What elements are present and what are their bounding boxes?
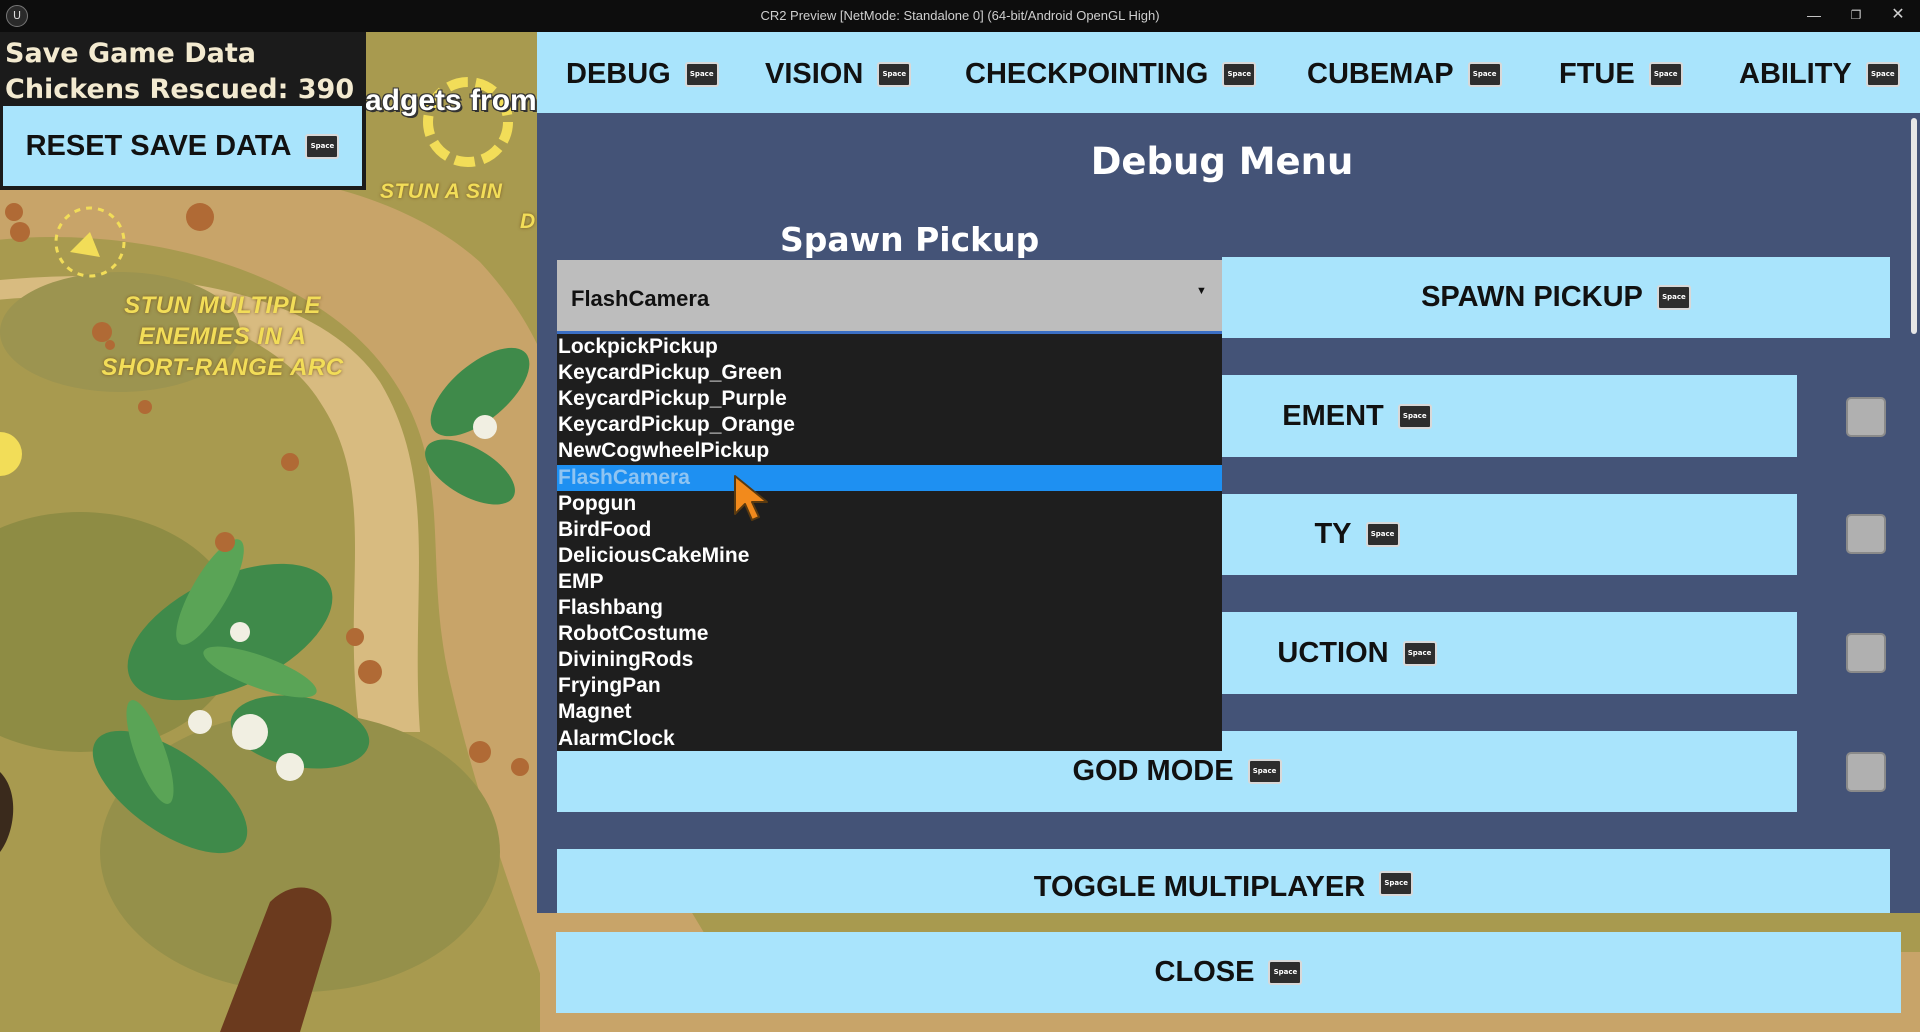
debug-menu-title: Debug Menu (1090, 140, 1354, 183)
space-key-icon: Space (1379, 871, 1414, 896)
space-key-icon: Space (1656, 285, 1691, 310)
spawn-pickup-label: Spawn Pickup (780, 220, 1040, 259)
stun-arc-hint: STUN MULTIPLE ENEMIES IN A SHORT-RANGE A… (70, 290, 375, 383)
close-button[interactable]: CLOSE Space (556, 932, 1901, 1013)
pickup-select[interactable]: FlashCamera ▼ (557, 260, 1222, 334)
window-title: CR2 Preview [NetMode: Standalone 0] (64-… (760, 8, 1160, 23)
dropdown-option[interactable]: DiviningRods (557, 647, 1222, 673)
space-key-icon: Space (877, 62, 912, 87)
toggle-multiplayer-label: TOGGLE MULTIPLAYER (1033, 871, 1366, 903)
spawn-pickup-button[interactable]: SPAWN PICKUP Space (1222, 257, 1890, 338)
dropdown-option[interactable]: KeycardPickup_Green (557, 360, 1222, 386)
tab-ability[interactable]: ABILITY Space (1739, 58, 1900, 91)
tab-label: CUBEMAP (1307, 58, 1454, 90)
space-key-icon: Space (1648, 62, 1683, 87)
stun-arc-line: SHORT-RANGE ARC (101, 354, 344, 381)
god-mode-label: GOD MODE (1072, 755, 1234, 787)
space-key-icon: Space (1247, 759, 1282, 784)
gadgets-banner-text: adgets from (365, 84, 537, 117)
space-key-icon: Space (305, 133, 340, 159)
tab-debug[interactable]: DEBUG Space (566, 58, 719, 91)
reset-save-data-button[interactable]: RESET SAVE DATA Space (3, 106, 362, 186)
space-key-icon: Space (1397, 403, 1432, 429)
dropdown-option[interactable]: DeliciousCakeMine (557, 543, 1222, 569)
god-mode-checkbox[interactable] (1846, 752, 1886, 792)
tab-vision[interactable]: VISION Space (765, 58, 912, 91)
spawn-pickup-button-label: SPAWN PICKUP (1421, 281, 1643, 313)
dropdown-option[interactable]: FryingPan (557, 673, 1222, 699)
minimize-icon[interactable]: — (1800, 3, 1828, 27)
space-key-icon: Space (1365, 522, 1400, 547)
space-key-icon: Space (1467, 62, 1502, 87)
debug-toggle-checkbox[interactable] (1846, 633, 1886, 673)
mouse-cursor-icon (734, 475, 768, 521)
dropdown-option[interactable]: KeycardPickup_Purple (557, 386, 1222, 412)
space-key-icon: Space (1402, 640, 1437, 666)
dropdown-option[interactable]: Flashbang (557, 595, 1222, 621)
dropdown-option[interactable]: EMP (557, 569, 1222, 595)
save-game-panel: Save Game Data Chickens Rescued: 390 RES… (0, 32, 366, 190)
close-button-label: CLOSE (1154, 956, 1255, 988)
stun-single-line: STUN A SIN (380, 180, 503, 203)
tab-checkpointing[interactable]: CHECKPOINTING Space (965, 58, 1257, 91)
dropdown-option[interactable]: Popgun (557, 491, 1222, 517)
debug-toggle-checkbox[interactable] (1846, 514, 1886, 554)
space-key-icon: Space (684, 62, 719, 87)
dropdown-option[interactable]: Magnet (557, 699, 1222, 725)
tab-cubemap[interactable]: CUBEMAP Space (1307, 58, 1502, 91)
restore-icon[interactable]: ❐ (1842, 3, 1870, 27)
reset-save-data-label: RESET SAVE DATA (25, 129, 292, 162)
close-icon[interactable]: ✕ (1884, 3, 1912, 27)
stun-single-hint: STUN A SIN D (380, 177, 540, 237)
dropdown-option[interactable]: RobotCostume (557, 621, 1222, 647)
window-titlebar: U CR2 Preview [NetMode: Standalone 0] (6… (0, 0, 1920, 32)
tab-label: DEBUG (566, 58, 671, 90)
dropdown-option[interactable]: FlashCamera (557, 464, 1222, 491)
stun-arc-line: STUN MULTIPLE (124, 292, 321, 319)
toggle-multiplayer-button[interactable]: TOGGLE MULTIPLAYER Space (557, 849, 1890, 913)
pickup-dropdown-list: LockpickPickup KeycardPickup_Green Keycard… (557, 334, 1222, 751)
save-panel-title: Save Game Data (5, 38, 256, 69)
pickup-select-value: FlashCamera (571, 286, 710, 311)
chevron-down-icon: ▼ (1196, 285, 1207, 297)
stun-arc-line: ENEMIES IN A (138, 323, 307, 350)
stun-single-line: D (520, 210, 536, 233)
space-key-icon: Space (1222, 62, 1257, 87)
space-key-icon: Space (1268, 960, 1303, 985)
chickens-rescued-count: Chickens Rescued: 390 (5, 74, 355, 105)
tab-label: VISION (765, 58, 864, 90)
dropdown-option[interactable]: BirdFood (557, 517, 1222, 543)
dropdown-option[interactable]: LockpickPickup (557, 334, 1222, 360)
tab-ftue[interactable]: FTUE Space (1559, 58, 1683, 91)
debug-toggle-checkbox[interactable] (1846, 397, 1886, 437)
dropdown-option[interactable]: KeycardPickup_Orange (557, 412, 1222, 438)
dropdown-option[interactable]: AlarmClock (557, 726, 1222, 752)
tab-label: ABILITY (1739, 58, 1852, 90)
debug-menu-scrollbar[interactable] (1911, 118, 1917, 334)
debug-tab-bar: DEBUG Space VISION Space CHECKPOINTING S… (537, 32, 1920, 113)
dropdown-option[interactable]: NewCogwheelPickup (557, 438, 1222, 464)
tab-label: CHECKPOINTING (965, 58, 1209, 90)
space-key-icon: Space (1865, 62, 1900, 87)
tab-label: FTUE (1559, 58, 1635, 90)
